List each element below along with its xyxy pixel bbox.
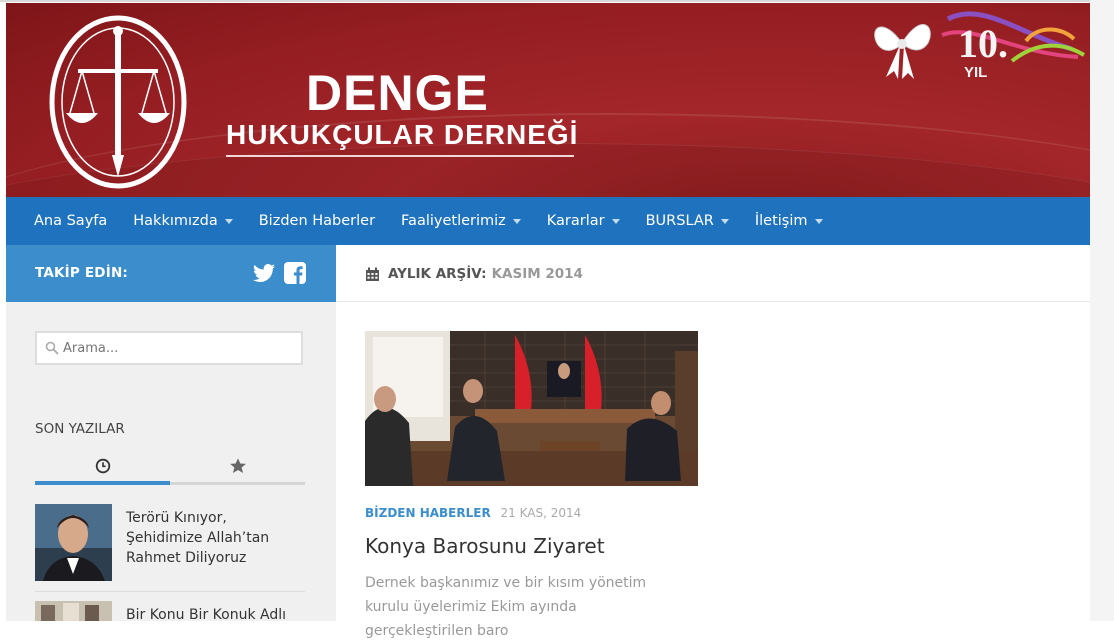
calendar-icon	[366, 267, 379, 281]
archive-header: AYLIK ARŞİV: KASIM 2014	[336, 245, 1090, 302]
subtitle-underline	[226, 155, 574, 157]
scales-of-justice-logo[interactable]	[48, 15, 188, 189]
ribbon-bow-icon	[874, 24, 931, 79]
post-thumbnail[interactable]	[35, 504, 112, 581]
clock-icon	[95, 458, 110, 474]
nav-item-kararlar[interactable]: Kararlar	[534, 197, 633, 245]
nav-item-burslar[interactable]: BURSLAR	[633, 197, 742, 245]
nav-item-faaliyetlerimiz[interactable]: Faaliyetlerimiz	[388, 197, 534, 245]
post-excerpt: Dernek başkanımız ve bir kısım yönetim k…	[365, 575, 647, 639]
main-nav: Ana Sayfa Hakkımızda Bizden Haberler Faa…	[6, 197, 1090, 245]
caret-down-icon	[611, 218, 620, 224]
nav-item-label: Kararlar	[546, 213, 605, 229]
top-border	[0, 0, 1114, 2]
tab-popular[interactable]	[170, 451, 305, 481]
tab-active-indicator	[35, 481, 170, 485]
archive-title: AYLIK ARŞİV: KASIM 2014	[365, 266, 583, 282]
tab-divider	[170, 482, 305, 485]
post-thumbnail[interactable]	[35, 601, 112, 621]
follow-label: TAKİP EDİN:	[35, 265, 129, 281]
main-content: AYLIK ARŞİV: KASIM 2014 BİZDEN HABERLER …	[336, 245, 1090, 639]
nav-item-label: BURSLAR	[645, 213, 714, 229]
nav-item-label: İletişim	[754, 213, 808, 229]
post-category[interactable]: BİZDEN HABERLER	[365, 506, 491, 520]
post-date: 21 KAS, 2014	[500, 506, 582, 520]
site-header: DENGE HUKUKÇULAR DERNEĞİ 10. YIL	[6, 3, 1090, 197]
nav-item-label: Bizden Haberler	[258, 213, 376, 229]
nav-item-label: Ana Sayfa	[34, 213, 108, 229]
anniversary-number: 10.	[958, 21, 1008, 66]
nav-item-ana-sayfa[interactable]: Ana Sayfa	[6, 197, 120, 245]
nav-item-label: Hakkımızda	[133, 213, 218, 229]
caret-down-icon	[814, 218, 823, 224]
post-title[interactable]: Konya Barosunu Ziyaret	[365, 534, 605, 558]
recent-posts-heading: SON YAZILAR	[35, 421, 125, 437]
tab-recent[interactable]	[35, 451, 170, 481]
caret-down-icon	[224, 218, 233, 224]
sidebar: TAKİP EDİN: SON YAZILAR	[6, 245, 336, 623]
caret-down-icon	[512, 218, 521, 224]
list-divider	[35, 591, 305, 592]
post-title[interactable]: Terörü Kınıyor, Şehidimize Allah’tan Rah…	[126, 508, 306, 568]
caret-down-icon	[720, 218, 729, 224]
archive-month: KASIM 2014	[491, 266, 583, 282]
follow-bar: TAKİP EDİN:	[6, 245, 336, 302]
page-right-margin	[1090, 0, 1114, 621]
post-title[interactable]: Bir Konu Bir Konuk Adlı	[126, 605, 306, 625]
featured-image[interactable]	[365, 331, 698, 486]
search-icon	[45, 341, 59, 355]
search-input[interactable]	[63, 340, 283, 356]
post-meta: BİZDEN HABERLER 21 KAS, 2014	[365, 506, 581, 520]
nav-item-hakkimizda[interactable]: Hakkımızda	[120, 197, 245, 245]
twitter-icon[interactable]	[252, 261, 276, 285]
site-title[interactable]: DENGE	[306, 65, 489, 121]
search-box[interactable]	[35, 331, 303, 365]
list-item: Bir Konu Bir Konuk Adlı	[35, 601, 305, 641]
nav-item-iletisim[interactable]: İletişim	[742, 197, 836, 245]
facebook-icon[interactable]	[283, 261, 307, 285]
recent-posts-tabs	[35, 451, 305, 485]
nav-item-label: Faaliyetlerimiz	[401, 213, 506, 229]
list-item: Terörü Kınıyor, Şehidimize Allah’tan Rah…	[35, 504, 305, 582]
site-subtitle[interactable]: HUKUKÇULAR DERNEĞİ	[226, 118, 578, 152]
nav-item-bizden-haberler[interactable]: Bizden Haberler	[246, 197, 388, 245]
anniversary-emblem: 10. YIL	[874, 11, 1086, 81]
star-icon	[229, 458, 246, 474]
archive-prefix: AYLIK ARŞİV:	[388, 266, 487, 282]
anniversary-unit: YIL	[964, 64, 987, 81]
